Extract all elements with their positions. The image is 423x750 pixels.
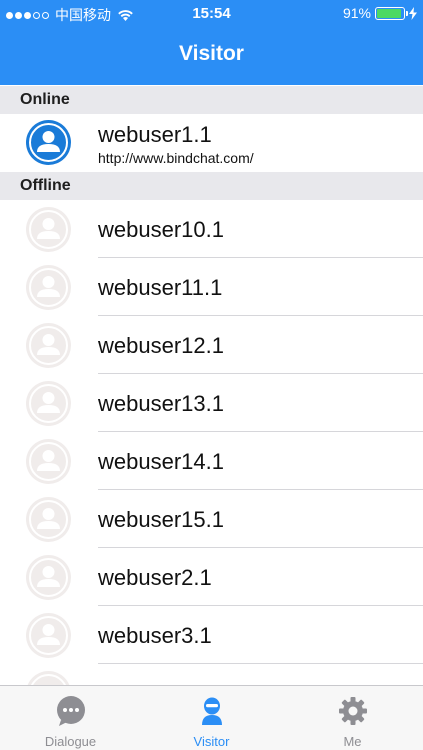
gear-icon <box>338 697 367 725</box>
visitor-name: webuser13.1 <box>98 391 224 416</box>
tab-label: Dialogue <box>44 734 97 749</box>
list-item[interactable]: webuser10.1 <box>0 200 423 258</box>
charging-icon <box>409 6 417 20</box>
list-item[interactable]: webuser11.1 <box>0 258 423 316</box>
visitor-name: webuser11.1 <box>98 275 223 300</box>
tab-label: Me <box>343 734 362 749</box>
avatar-offline-icon <box>26 207 71 252</box>
avatar-offline-icon <box>26 613 71 658</box>
visitor-name: webuser3.1 <box>98 623 212 648</box>
list-item[interactable]: webuser3.1 <box>0 606 423 664</box>
visitor-name: webuser2.1 <box>98 565 212 590</box>
status-bar: 中国移动 15:54 91% <box>0 0 423 28</box>
section-header-offline: Offline <box>0 172 423 200</box>
list-item[interactable]: webuser12.1 <box>0 316 423 374</box>
battery-fill <box>377 8 401 18</box>
section-header-online: Online <box>0 86 423 114</box>
avatar-offline-icon <box>27 671 70 685</box>
avatar-offline-icon <box>26 323 71 368</box>
chat-bubble-icon <box>56 696 85 726</box>
battery-icon <box>375 6 408 20</box>
visitor-icon <box>201 697 222 725</box>
tab-label: Visitor <box>193 734 230 749</box>
app-header: 中国移动 15:54 91% Visitor <box>0 0 423 85</box>
list-item[interactable]: webuser13.1 <box>0 374 423 432</box>
visitor-name: webuser14.1 <box>98 449 224 474</box>
list-item[interactable]: webuser14.1 <box>0 432 423 490</box>
list-item[interactable]: webuser2.1 <box>0 548 423 606</box>
list-item[interactable]: webuser15.1 <box>0 490 423 548</box>
visitor-url: http://www.bindchat.com/ <box>98 150 254 166</box>
avatar-online-icon <box>26 120 71 165</box>
page-title: Visitor <box>179 42 244 65</box>
tab-bar: Dialogue Visitor Me <box>0 685 423 750</box>
list-item[interactable]: webuser1.1 http://www.bindchat.com/ <box>0 114 423 172</box>
avatar-offline-icon <box>26 555 71 600</box>
battery-percent: 91% <box>342 5 371 21</box>
list-item[interactable] <box>0 664 423 685</box>
visitor-name: webuser15.1 <box>98 507 224 532</box>
tab-visitor[interactable]: Visitor <box>141 686 282 750</box>
tab-me[interactable]: Me <box>282 686 423 750</box>
avatar-offline-icon <box>26 381 71 426</box>
avatar-offline-icon <box>26 265 71 310</box>
offline-list[interactable]: webuser10.1 webuser11.1 webuser12.1 webuser… <box>0 200 423 685</box>
avatar-offline-icon <box>26 439 71 484</box>
visitor-name: webuser1.1 <box>98 122 212 147</box>
tab-dialogue[interactable]: Dialogue <box>0 686 141 750</box>
visitor-name: webuser12.1 <box>98 333 224 358</box>
avatar-offline-icon <box>26 497 71 542</box>
status-right: 91% <box>343 5 417 21</box>
visitor-name: webuser10.1 <box>98 217 224 242</box>
